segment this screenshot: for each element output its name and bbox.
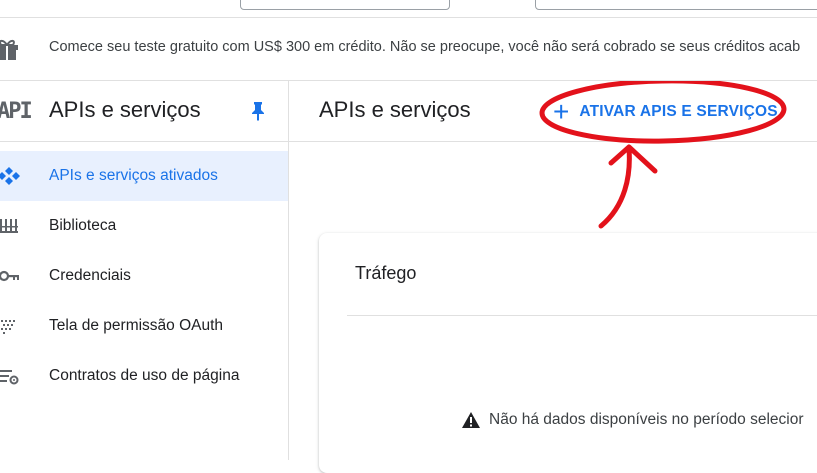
empty-state: Não há dados disponíveis no período sele… — [461, 411, 804, 429]
sidebar-item-label: Tela de permissão OAuth — [49, 317, 224, 334]
plus-icon: + — [553, 96, 570, 127]
key-icon — [0, 270, 19, 282]
sidebar-title: APIs e serviços — [49, 97, 201, 122]
page-usage-agreements-icon — [0, 370, 19, 385]
warning-icon — [462, 412, 480, 428]
sidebar-item-label: Contratos de uso de página — [49, 367, 240, 384]
traffic-card: Tráfego Não há dados disponíveis no perí… — [319, 233, 817, 473]
top-input-left[interactable] — [240, 0, 450, 10]
enable-apis-label: ATIVAR APIS E SERVIÇOS — [579, 103, 778, 120]
card-divider — [347, 315, 817, 316]
sidebar-item-oauth-consent[interactable]: Tela de permissão OAuth — [0, 301, 288, 351]
gift-icon — [0, 39, 18, 60]
page-title: APIs e serviços — [319, 97, 471, 122]
banner-text: Comece seu teste gratuito com US$ 300 em… — [49, 39, 801, 55]
sidebar-nav: APIs e serviços ativados Biblioteca Cred… — [0, 151, 288, 401]
enable-apis-button[interactable]: + ATIVAR APIS E SERVIÇOS — [553, 96, 778, 127]
sidebar-item-apis-enabled[interactable]: APIs e serviços ativados — [0, 151, 288, 201]
trial-banner: Comece seu teste gratuito com US$ 300 em… — [0, 18, 817, 81]
api-logo: API — [0, 99, 33, 124]
oauth-consent-icon — [1, 320, 15, 334]
sidebar-item-label: APIs e serviços ativados — [49, 167, 218, 184]
traffic-card-title: Tráfego — [355, 263, 417, 283]
top-input-right[interactable] — [535, 0, 817, 10]
sidebar-item-credentials[interactable]: Credenciais — [0, 251, 288, 301]
sidebar-item-label: Credenciais — [49, 267, 131, 284]
main-header: APIs e serviços + ATIVAR APIS E SERVIÇOS — [289, 81, 817, 142]
sidebar-item-library[interactable]: Biblioteca — [0, 201, 288, 251]
sidebar-item-page-usage-agreements[interactable]: Contratos de uso de página — [0, 351, 288, 401]
sidebar-item-label: Biblioteca — [49, 217, 117, 234]
library-icon — [0, 219, 18, 233]
apis-services-icon — [0, 167, 20, 185]
empty-state-message: Não há dados disponíveis no período sele… — [489, 411, 804, 428]
pin-icon[interactable] — [250, 101, 266, 121]
sidebar-header: API APIs e serviços — [0, 81, 288, 142]
sidebar: API APIs e serviços APIs e serviços ativ… — [0, 81, 289, 460]
main-content: APIs e serviços + ATIVAR APIS E SERVIÇOS… — [289, 81, 817, 473]
annotation-arrow — [598, 144, 658, 229]
top-bar — [0, 0, 817, 18]
